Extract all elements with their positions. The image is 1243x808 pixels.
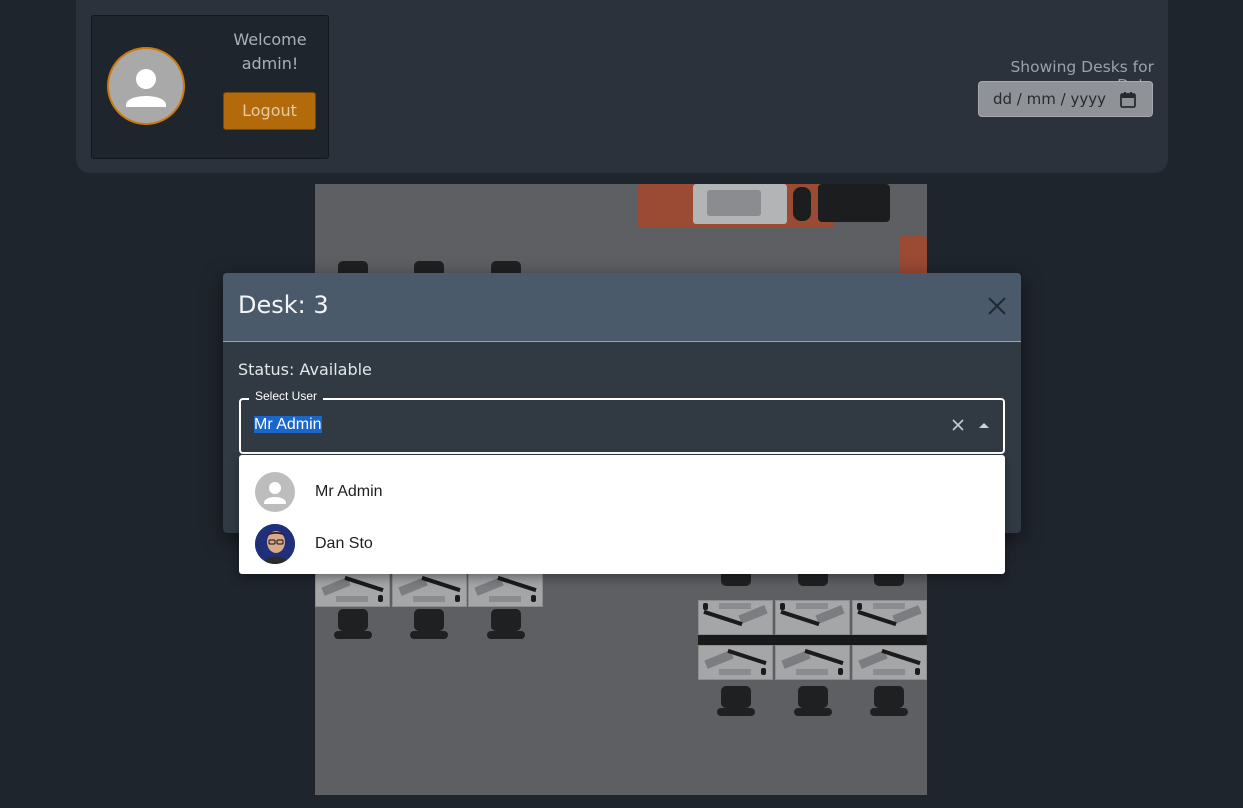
desk[interactable] xyxy=(315,572,390,607)
chair xyxy=(870,686,908,716)
user-option[interactable]: Dan Sto xyxy=(239,514,1005,566)
logout-button[interactable]: Logout xyxy=(223,92,316,130)
status-text: Status: Available xyxy=(238,360,372,379)
close-icon[interactable] xyxy=(986,295,1008,317)
desk[interactable] xyxy=(852,645,927,680)
desk[interactable] xyxy=(698,600,773,635)
modal-title: Desk: 3 xyxy=(238,291,329,319)
chair xyxy=(487,609,525,639)
chair xyxy=(794,686,832,716)
date-placeholder: dd / mm / yyyy xyxy=(993,90,1106,108)
welcome-text: Welcome admin! xyxy=(233,30,307,73)
select-user-field[interactable]: Select User Mr Admin xyxy=(239,389,1005,454)
user-avatar xyxy=(107,47,185,125)
desk[interactable] xyxy=(852,600,927,635)
default-avatar-icon xyxy=(255,472,295,512)
user-options-list: Mr Admin Dan Sto xyxy=(239,455,1005,574)
select-user-value[interactable]: Mr Admin xyxy=(254,416,322,434)
desk[interactable] xyxy=(775,645,850,680)
desk[interactable] xyxy=(392,572,467,607)
photo-avatar xyxy=(255,524,295,564)
user-option[interactable]: Mr Admin xyxy=(239,462,1005,514)
chair xyxy=(334,609,372,639)
desk[interactable] xyxy=(775,600,850,635)
user-option-name: Dan Sto xyxy=(315,535,373,552)
desk[interactable] xyxy=(698,645,773,680)
user-option-name: Mr Admin xyxy=(315,483,383,500)
user-card: Welcome admin! Logout xyxy=(91,15,329,159)
person-icon xyxy=(126,69,166,107)
side-counter xyxy=(899,236,927,276)
modal-header: Desk: 3 xyxy=(223,273,1021,342)
desk[interactable] xyxy=(468,572,543,607)
sink-basin xyxy=(707,190,761,216)
clear-icon[interactable] xyxy=(951,418,965,432)
appliance xyxy=(818,184,890,222)
desk-divider xyxy=(698,635,927,645)
header-panel: Welcome admin! Logout Showing Desks for … xyxy=(76,0,1168,173)
appliance xyxy=(793,187,811,221)
date-input[interactable]: dd / mm / yyyy xyxy=(978,81,1153,117)
chair xyxy=(717,686,755,716)
calendar-icon[interactable] xyxy=(1119,91,1137,109)
chair xyxy=(410,609,448,639)
select-user-label: Select User xyxy=(249,389,324,403)
caret-up-icon[interactable] xyxy=(979,423,989,428)
